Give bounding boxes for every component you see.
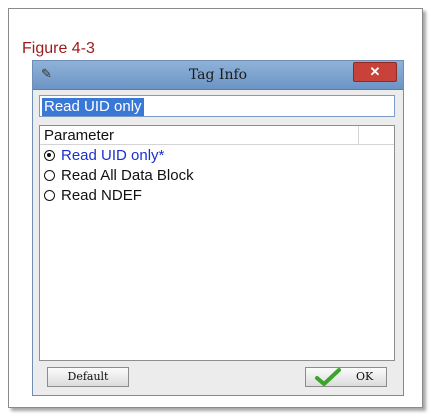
option-read-ndef[interactable]: Read NDEF [44,187,142,205]
radio-icon[interactable] [44,170,55,181]
ok-button-label: OK [356,370,374,383]
option-label: Read All Data Block [61,167,194,184]
tag-name-value: Read UID only [42,98,144,116]
option-read-all-data-block[interactable]: Read All Data Block [44,167,194,185]
close-button[interactable]: ✕ [353,62,397,82]
radio-selected-icon[interactable] [44,150,55,161]
ok-button[interactable]: OK [305,367,387,387]
figure-caption: Figure 4-3 [22,40,95,57]
radio-icon[interactable] [44,190,55,201]
tag-info-dialog: ✎ Tag Info ✕ Read UID only Parameter Rea… [32,60,404,396]
option-read-uid-only[interactable]: Read UID only* [44,147,164,165]
list-header: Parameter [40,126,394,145]
checkmark-icon [315,368,341,386]
column-divider [358,126,359,144]
parameter-list[interactable]: Parameter Read UID only* Read All Data B… [39,125,395,361]
default-button-label: Default [67,370,109,383]
close-icon: ✕ [369,64,381,79]
window-title: Tag Info [188,67,248,83]
title-bar: ✎ Tag Info ✕ [33,61,403,90]
option-label: Read UID only* [61,147,165,164]
tag-name-field[interactable]: Read UID only [39,95,395,117]
option-label: Read NDEF [61,187,142,204]
parameter-column-header: Parameter [44,127,115,144]
default-button[interactable]: Default [47,367,129,387]
